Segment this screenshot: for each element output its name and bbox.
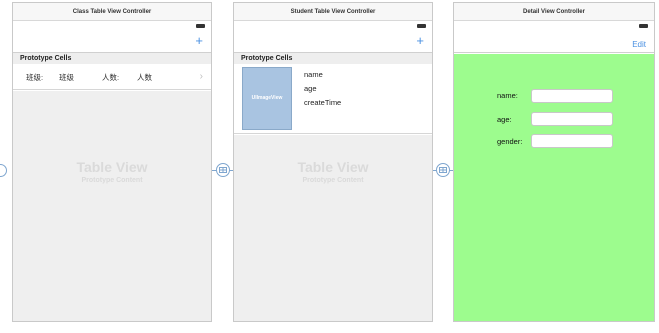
status-bar xyxy=(13,21,211,31)
battery-icon xyxy=(196,24,205,28)
section-header: Prototype Cells xyxy=(234,53,432,64)
prototype-cell[interactable]: 班级: 班级 人数: 人数 › xyxy=(13,64,211,90)
scene-title: Detail View Controller xyxy=(454,3,654,21)
add-button[interactable]: + xyxy=(416,33,424,49)
table-view-title: Table View xyxy=(76,159,148,175)
add-button[interactable]: + xyxy=(195,33,203,49)
table-view-placeholder[interactable]: Table View Prototype Content xyxy=(13,91,211,321)
student-image-view: UIImageView xyxy=(242,67,292,130)
edit-button[interactable]: Edit xyxy=(632,37,646,53)
navigation-bar: + xyxy=(13,31,211,53)
battery-icon xyxy=(639,24,648,28)
status-bar xyxy=(454,21,654,31)
count-value: 人数 xyxy=(137,73,152,82)
navigation-bar: Edit xyxy=(454,31,654,53)
scene-title: Student Table View Controller xyxy=(234,3,432,21)
detail-content-view: name: age: gender: xyxy=(454,54,654,321)
segue-icon[interactable] xyxy=(436,163,450,177)
table-view-subtitle: Prototype Content xyxy=(81,177,143,184)
scene-title: Class Table View Controller xyxy=(13,3,211,21)
incoming-segue-icon[interactable] xyxy=(0,164,7,177)
class-label: 班级: xyxy=(26,73,44,82)
student-table-view-controller-scene[interactable]: Student Table View Controller + Prototyp… xyxy=(233,2,433,322)
section-header: Prototype Cells xyxy=(13,53,211,64)
table-view-placeholder[interactable]: Table View Prototype Content xyxy=(234,135,432,321)
class-table-view-controller-scene[interactable]: Class Table View Controller + Prototype … xyxy=(12,2,212,322)
name-label: name: xyxy=(497,91,518,100)
segue-glyph-icon xyxy=(439,167,447,173)
table-view-subtitle: Prototype Content xyxy=(302,177,364,184)
chevron-right-icon: › xyxy=(199,71,203,82)
age-field[interactable] xyxy=(531,112,613,126)
table-view-title: Table View xyxy=(297,159,369,175)
gender-label: gender: xyxy=(497,137,523,146)
create-time-label: createTime xyxy=(304,98,342,107)
name-label: name xyxy=(304,70,323,79)
detail-view-controller-scene[interactable]: Detail View Controller Edit name: age: g… xyxy=(453,2,655,322)
name-field[interactable] xyxy=(531,89,613,103)
status-bar xyxy=(234,21,432,31)
segue-glyph-icon xyxy=(219,167,227,173)
navigation-bar: + xyxy=(234,31,432,53)
count-label: 人数: xyxy=(102,73,120,82)
prototype-cell[interactable]: UIImageView name age createTime xyxy=(234,64,432,134)
battery-icon xyxy=(417,24,426,28)
segue-icon[interactable] xyxy=(216,163,230,177)
age-label: age: xyxy=(497,115,512,124)
class-value: 班级 xyxy=(59,73,74,82)
age-label: age xyxy=(304,84,317,93)
gender-field[interactable] xyxy=(531,134,613,148)
